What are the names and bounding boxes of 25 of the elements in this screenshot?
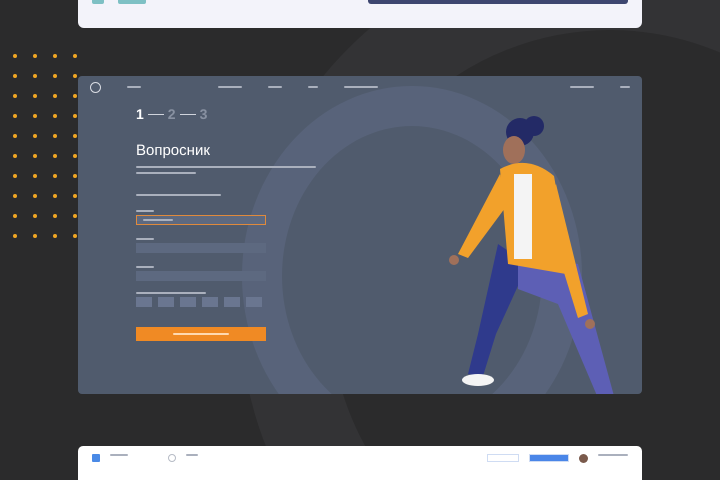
- code-input-field[interactable]: [224, 297, 240, 307]
- illegible-text-line: [268, 86, 282, 88]
- illegible-text-line: [127, 86, 141, 88]
- illegible-text-line: [136, 292, 206, 294]
- illegible-text-line: [218, 86, 242, 88]
- input-field[interactable]: [136, 215, 266, 225]
- illegible-text-line: [136, 210, 154, 212]
- illegible-text-line: [136, 266, 154, 268]
- illegible-text-line: [136, 238, 154, 240]
- illegible-text-line: [620, 86, 630, 88]
- illegible-text-line: [570, 86, 594, 88]
- illegible-text-line: [308, 86, 318, 88]
- code-input-field[interactable]: [136, 297, 152, 307]
- logo-icon: [90, 82, 101, 92]
- register-button[interactable]: [136, 327, 266, 341]
- code-input-field[interactable]: [202, 297, 218, 307]
- page-heading: Вопросник: [136, 142, 211, 159]
- step-number: 1: [136, 106, 144, 122]
- step-number: 2: [168, 106, 176, 122]
- illegible-text-line: [344, 86, 378, 88]
- code-input-field[interactable]: [246, 297, 262, 307]
- illegible-text-line: [136, 172, 196, 174]
- code-input-field[interactable]: [180, 297, 196, 307]
- step-number: 3: [200, 106, 208, 122]
- code-input-field[interactable]: [158, 297, 174, 307]
